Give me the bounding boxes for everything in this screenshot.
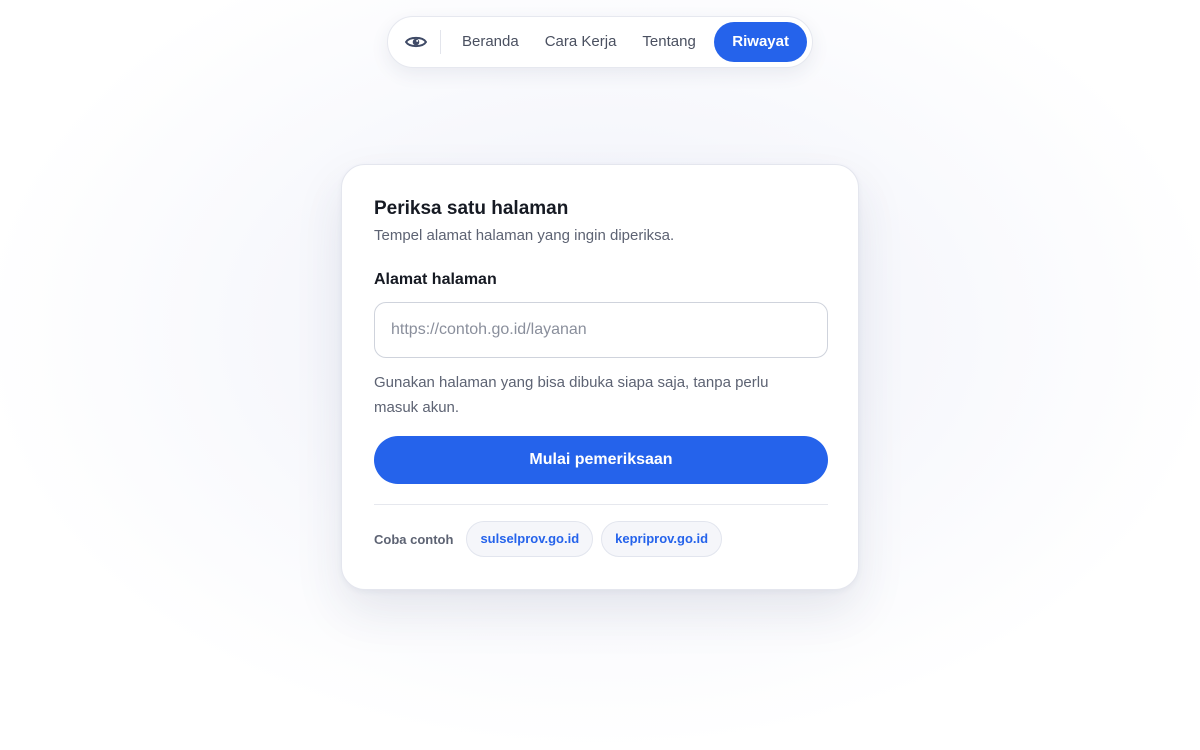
nav-divider [440, 30, 441, 54]
url-hint: Gunakan halaman yang bisa dibuka siapa s… [374, 374, 769, 416]
url-input[interactable] [374, 302, 828, 358]
url-field-label: Alamat halaman [374, 271, 497, 288]
card-divider [374, 504, 828, 505]
nav-link-cara-kerja[interactable]: Cara Kerja [532, 22, 630, 62]
nav-link-riwayat[interactable]: Riwayat [714, 22, 807, 62]
nav-link-tentang[interactable]: Tentang [629, 22, 708, 62]
card-subtitle: Tempel alamat halaman yang ingin diperik… [374, 227, 675, 244]
example-chip-sulselprov[interactable]: sulselprov.go.id [466, 521, 594, 557]
example-chip-kepriprov[interactable]: kepriprov.go.id [601, 521, 723, 557]
eye-icon[interactable] [404, 30, 428, 54]
nav-link-beranda[interactable]: Beranda [449, 22, 532, 62]
check-page-card: Periksa satu halaman Tempel alamat halam… [341, 164, 859, 590]
start-check-button[interactable]: Mulai pemeriksaan [374, 436, 828, 484]
card-title: Periksa satu halaman [374, 198, 569, 219]
examples-row: Coba contoh sulselprov.go.id kepriprov.g… [374, 521, 826, 557]
examples-label: Coba contoh [374, 531, 454, 547]
top-nav: Beranda Cara Kerja Tentang Riwayat [387, 16, 813, 68]
